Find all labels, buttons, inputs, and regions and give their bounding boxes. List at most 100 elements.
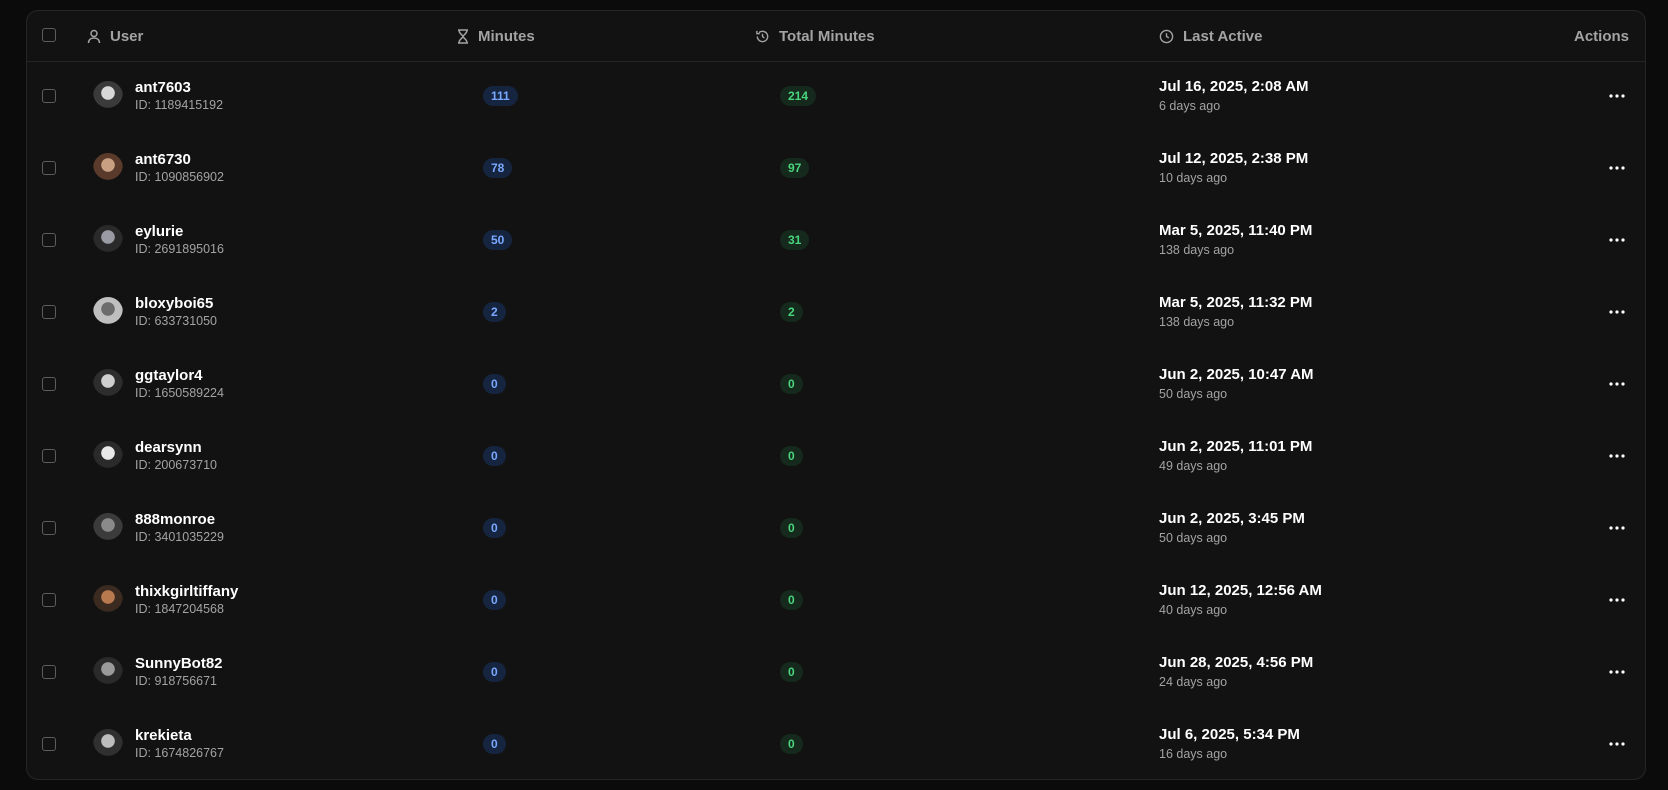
- username: ggtaylor4: [135, 367, 203, 384]
- row-select-checkbox[interactable]: [42, 449, 56, 463]
- table-row[interactable]: bloxyboi65 ID: 633731050 2 2 Mar 5, 2025…: [27, 277, 1645, 349]
- row-select-checkbox[interactable]: [42, 593, 56, 607]
- column-header-actions: Actions: [1574, 11, 1629, 61]
- minutes-badge: 0: [483, 446, 506, 466]
- row-select-checkbox[interactable]: [42, 521, 56, 535]
- avatar: [93, 369, 123, 399]
- row-select-checkbox[interactable]: [42, 161, 56, 175]
- total-minutes-badge: 97: [780, 158, 810, 178]
- avatar: [93, 441, 123, 471]
- table-row[interactable]: ant7603 ID: 1189415192 111 214 Jul 16, 2…: [27, 61, 1645, 133]
- last-active-relative: 138 days ago: [1159, 243, 1235, 257]
- column-header-minutes[interactable]: Minutes: [457, 11, 535, 61]
- username: bloxyboi65: [135, 295, 214, 312]
- more-horizontal-icon[interactable]: [1604, 661, 1630, 683]
- column-header-user[interactable]: User: [87, 11, 143, 61]
- column-header-last-active-label: Last Active: [1183, 27, 1263, 45]
- user-id: ID: 3401035229: [135, 530, 224, 544]
- more-horizontal-icon[interactable]: [1604, 229, 1630, 251]
- row-select-checkbox[interactable]: [42, 737, 56, 751]
- table-row[interactable]: 888monroe ID: 3401035229 0 0 Jun 2, 2025…: [27, 493, 1645, 565]
- history-icon: [756, 30, 769, 42]
- last-active-date: Mar 5, 2025, 11:40 PM: [1159, 222, 1313, 239]
- username: thixkgirltiffany: [135, 583, 239, 600]
- minutes-badge: 0: [483, 374, 506, 394]
- last-active-date: Jun 2, 2025, 11:01 PM: [1159, 438, 1313, 455]
- table-header: User Minutes Total Minutes Last Active A…: [27, 11, 1645, 62]
- total-minutes-badge: 0: [780, 518, 803, 538]
- last-active-date: Jun 28, 2025, 4:56 PM: [1159, 654, 1314, 671]
- more-horizontal-icon[interactable]: [1604, 301, 1630, 323]
- more-horizontal-icon[interactable]: [1604, 733, 1630, 755]
- last-active-relative: 10 days ago: [1159, 171, 1228, 185]
- username: krekieta: [135, 727, 192, 744]
- column-header-last-active[interactable]: Last Active: [1159, 11, 1262, 61]
- row-select-checkbox[interactable]: [42, 305, 56, 319]
- column-header-minutes-label: Minutes: [478, 27, 535, 45]
- last-active-date: Jul 16, 2025, 2:08 AM: [1159, 78, 1309, 95]
- last-active-date: Jun 12, 2025, 12:56 AM: [1159, 582, 1322, 599]
- minutes-badge: 50: [483, 230, 513, 250]
- user-id: ID: 918756671: [135, 674, 218, 688]
- last-active-relative: 138 days ago: [1159, 315, 1235, 329]
- last-active-date: Jul 12, 2025, 2:38 PM: [1159, 150, 1309, 167]
- minutes-badge: 111: [483, 86, 518, 106]
- users-table: User Minutes Total Minutes Last Active A…: [26, 10, 1646, 780]
- minutes-badge: 2: [483, 302, 506, 322]
- row-select-checkbox[interactable]: [42, 89, 56, 103]
- more-horizontal-icon[interactable]: [1604, 517, 1630, 539]
- table-row[interactable]: ant6730 ID: 1090856902 78 97 Jul 12, 202…: [27, 133, 1645, 205]
- total-minutes-badge: 0: [780, 662, 803, 682]
- avatar: [93, 513, 123, 543]
- total-minutes-badge: 0: [780, 446, 803, 466]
- total-minutes-badge: 0: [780, 374, 803, 394]
- total-minutes-badge: 31: [780, 230, 810, 250]
- last-active-date: Jul 6, 2025, 5:34 PM: [1159, 726, 1300, 743]
- total-minutes-badge: 2: [780, 302, 803, 322]
- column-header-total-minutes[interactable]: Total Minutes: [755, 11, 875, 61]
- username: dearsynn: [135, 439, 202, 456]
- total-minutes-badge: 214: [780, 86, 817, 106]
- last-active-relative: 50 days ago: [1159, 387, 1228, 401]
- user-icon: [87, 29, 101, 43]
- avatar: [93, 729, 123, 759]
- user-id: ID: 1650589224: [135, 386, 224, 400]
- row-select-checkbox[interactable]: [42, 377, 56, 391]
- last-active-date: Jun 2, 2025, 10:47 AM: [1159, 366, 1314, 383]
- select-all-checkbox[interactable]: [42, 28, 56, 42]
- total-minutes-badge: 0: [780, 590, 803, 610]
- table-row[interactable]: thixkgirltiffany ID: 1847204568 0 0 Jun …: [27, 565, 1645, 637]
- column-header-total-minutes-label: Total Minutes: [779, 27, 875, 45]
- table-row[interactable]: dearsynn ID: 200673710 0 0 Jun 2, 2025, …: [27, 421, 1645, 493]
- more-horizontal-icon[interactable]: [1604, 157, 1630, 179]
- table-row[interactable]: ggtaylor4 ID: 1650589224 0 0 Jun 2, 2025…: [27, 349, 1645, 421]
- avatar: [93, 657, 123, 687]
- minutes-badge: 0: [483, 734, 506, 754]
- more-horizontal-icon[interactable]: [1604, 445, 1630, 467]
- last-active-relative: 16 days ago: [1159, 747, 1228, 761]
- user-id: ID: 200673710: [135, 458, 218, 472]
- avatar: [93, 81, 123, 111]
- row-select-checkbox[interactable]: [42, 665, 56, 679]
- more-horizontal-icon[interactable]: [1604, 85, 1630, 107]
- row-select-checkbox[interactable]: [42, 233, 56, 247]
- user-id: ID: 2691895016: [135, 242, 224, 256]
- table-row[interactable]: SunnyBot82 ID: 918756671 0 0 Jun 28, 202…: [27, 637, 1645, 709]
- column-header-actions-label: Actions: [1573, 27, 1629, 45]
- column-header-user-label: User: [110, 27, 144, 45]
- more-horizontal-icon[interactable]: [1604, 589, 1630, 611]
- username: ant7603: [135, 79, 191, 96]
- last-active-relative: 24 days ago: [1159, 675, 1228, 689]
- more-horizontal-icon[interactable]: [1604, 373, 1630, 395]
- username: SunnyBot82: [135, 655, 223, 672]
- username: 888monroe: [135, 511, 216, 528]
- last-active-relative: 6 days ago: [1159, 99, 1221, 113]
- total-minutes-badge: 0: [780, 734, 803, 754]
- table-row[interactable]: eylurie ID: 2691895016 50 31 Mar 5, 2025…: [27, 205, 1645, 277]
- user-id: ID: 1847204568: [135, 602, 224, 616]
- hourglass-icon: [458, 28, 468, 44]
- table-row[interactable]: krekieta ID: 1674826767 0 0 Jul 6, 2025,…: [27, 709, 1645, 779]
- username: ant6730: [135, 151, 191, 168]
- username: eylurie: [135, 223, 184, 240]
- last-active-date: Mar 5, 2025, 11:32 PM: [1159, 294, 1313, 311]
